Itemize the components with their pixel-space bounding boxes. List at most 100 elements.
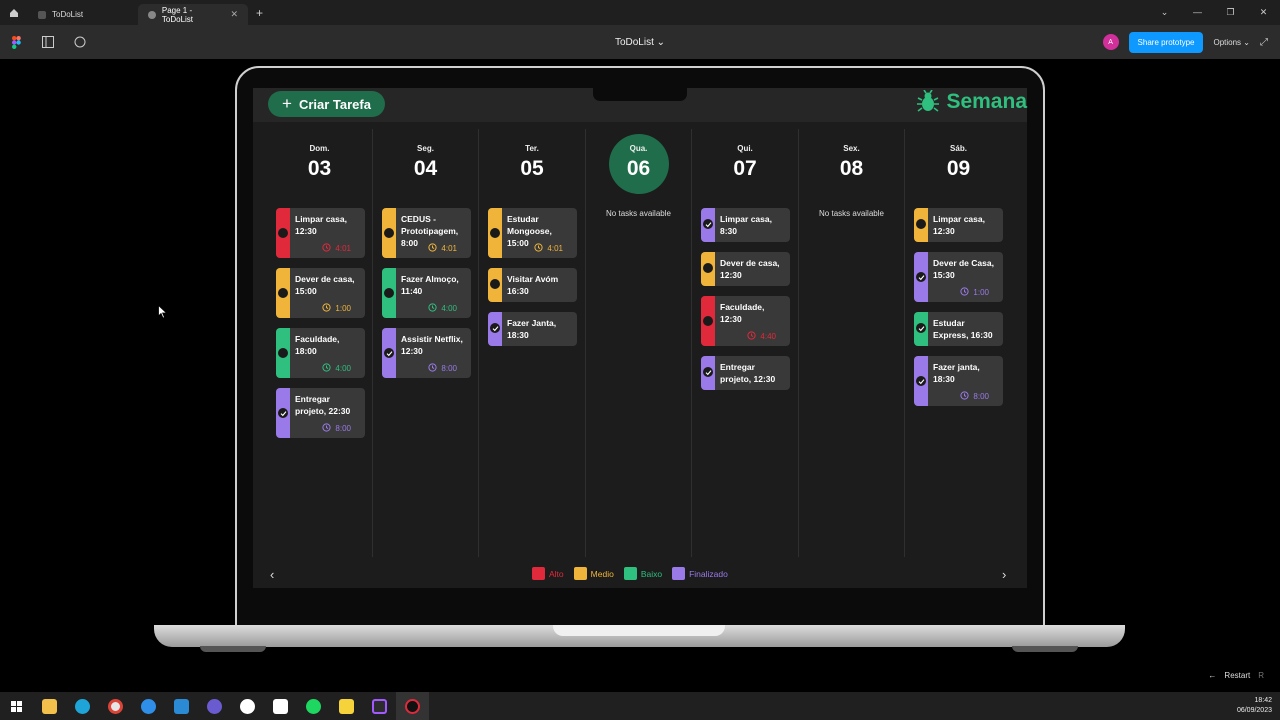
day-header[interactable]: Dom. 03 <box>267 134 372 194</box>
status-dot-icon[interactable] <box>384 288 394 298</box>
check-icon[interactable] <box>703 219 713 229</box>
edge-icon[interactable] <box>66 692 99 720</box>
task-card[interactable]: Fazer Almoço, 11:40 4:00 <box>382 268 471 318</box>
legend-item-medio: Medio <box>573 567 614 580</box>
task-card[interactable]: Limpar casa, 12:30 <box>914 208 1003 242</box>
vscode-icon[interactable] <box>165 692 198 720</box>
task-card[interactable]: Limpar casa, 8:30 <box>701 208 790 242</box>
task-card[interactable]: Fazer janta, 18:30 8:00 <box>914 356 1003 406</box>
day-name: Seg. <box>417 144 434 153</box>
check-icon[interactable] <box>916 376 926 386</box>
notion-icon[interactable] <box>264 692 297 720</box>
comment-icon[interactable] <box>64 36 96 48</box>
create-task-button[interactable]: + Criar Tarefa <box>268 91 385 117</box>
avatar[interactable]: A <box>1102 34 1119 50</box>
share-prototype-button[interactable]: Share prototype <box>1128 31 1204 53</box>
duration-value: 8:00 <box>441 364 457 373</box>
day-header-today[interactable]: Qua. 06 <box>586 134 691 194</box>
day-header[interactable]: Qui. 07 <box>692 134 798 194</box>
figma-icon[interactable] <box>363 692 396 720</box>
task-card[interactable]: Faculdade, 12:30 4:40 <box>701 296 790 346</box>
chrome-icon[interactable] <box>99 692 132 720</box>
chevron-down-icon[interactable]: ⌄ <box>1148 7 1181 18</box>
task-card[interactable]: Estudar Mongoose, 15:00 4:01 <box>488 208 577 258</box>
restore-icon[interactable]: ❐ <box>1214 7 1247 18</box>
task-title: Fazer janta, 18:30 <box>933 362 980 384</box>
task-card[interactable]: Limpar casa, 12:30 4:01 <box>276 208 365 258</box>
task-card[interactable]: Dever de casa, 15:00 1:00 <box>276 268 365 318</box>
tab-page-1[interactable]: Page 1 - ToDoList ✕ <box>138 4 248 25</box>
app-icon[interactable] <box>198 692 231 720</box>
new-tab-icon[interactable]: + <box>256 6 263 20</box>
file-title[interactable]: ToDoList <box>615 37 654 48</box>
status-dot-icon[interactable] <box>703 316 713 326</box>
app-icon[interactable] <box>231 692 264 720</box>
check-icon[interactable] <box>278 408 288 418</box>
clock-icon <box>428 243 438 254</box>
check-icon[interactable] <box>703 367 713 377</box>
check-icon[interactable] <box>916 323 926 333</box>
day-name: Sáb. <box>950 144 967 153</box>
spotify-icon[interactable] <box>297 692 330 720</box>
task-card[interactable]: Visitar Avóm 16:30 <box>488 268 577 302</box>
windows-start-icon[interactable] <box>0 692 33 720</box>
options-button[interactable]: Options ⌄ <box>1213 38 1250 47</box>
legend: Alto Medio Baixo Finalizado <box>532 567 732 580</box>
task-card[interactable]: Faculdade, 18:00 4:00 <box>276 328 365 378</box>
day-name: Qui. <box>737 144 753 153</box>
check-icon[interactable] <box>490 323 500 333</box>
task-card[interactable]: Assistir Netflix, 12:30 8:00 <box>382 328 471 378</box>
chevron-right-icon[interactable]: › <box>1002 567 1006 582</box>
tab-todolist[interactable]: ToDoList <box>28 4 138 25</box>
status-dot-icon[interactable] <box>490 228 500 238</box>
duration-value: 8:00 <box>973 392 989 401</box>
task-card[interactable]: Estudar Express, 16:30 <box>914 312 1003 346</box>
status-dot-icon[interactable] <box>278 348 288 358</box>
task-card[interactable]: CEDUS - Prototipagem, 8:00 4:01 <box>382 208 471 258</box>
restart-button[interactable]: ← Restart R <box>1208 671 1264 680</box>
expand-icon[interactable]: ⤢ <box>1260 37 1268 48</box>
file-explorer-icon[interactable] <box>33 692 66 720</box>
legend-label: Baixo <box>640 568 663 579</box>
system-clock[interactable]: 18:42 06/09/2023 <box>1237 696 1280 716</box>
status-dot-icon[interactable] <box>916 219 926 229</box>
status-dot-icon[interactable] <box>490 279 500 289</box>
task-card[interactable]: Entregar projeto, 12:30 <box>701 356 790 390</box>
duration-value: 4:01 <box>335 244 351 253</box>
day-header[interactable]: Seg. 04 <box>373 134 478 194</box>
clock-icon <box>747 331 757 342</box>
close-tab-icon[interactable]: ✕ <box>230 9 238 20</box>
day-column: Sex. 08 No tasks available <box>799 129 905 557</box>
task-card[interactable]: Dever de casa, 12:30 <box>701 252 790 286</box>
check-icon[interactable] <box>916 272 926 282</box>
task-title: Faculdade, 12:30 <box>720 302 765 324</box>
day-header[interactable]: Sáb. 09 <box>905 134 1012 194</box>
active-app-icon[interactable] <box>396 692 429 720</box>
close-window-icon[interactable]: ✕ <box>1247 7 1280 18</box>
minimize-icon[interactable]: — <box>1181 7 1214 18</box>
status-dot-icon[interactable] <box>384 228 394 238</box>
day-header[interactable]: Sex. 08 <box>799 134 904 194</box>
chevron-left-icon[interactable]: ‹ <box>270 567 274 582</box>
task-duration: 4:01 <box>322 243 351 254</box>
figma-logo-icon[interactable] <box>0 35 32 49</box>
status-dot-icon[interactable] <box>703 263 713 273</box>
task-card[interactable]: Entregar projeto, 22:30 8:00 <box>276 388 365 438</box>
sidebar-toggle-icon[interactable] <box>32 36 64 48</box>
check-icon[interactable] <box>384 348 394 358</box>
chevron-down-icon[interactable]: ⌄ <box>657 37 665 48</box>
day-column: Qui. 07 Limpar casa, 8:30 Dever de casa, 12… <box>692 129 799 557</box>
status-dot-icon[interactable] <box>278 288 288 298</box>
duration-value: 1:00 <box>335 304 351 313</box>
status-dot-icon[interactable] <box>278 228 288 238</box>
day-header[interactable]: Ter. 05 <box>479 134 585 194</box>
vpn-icon[interactable] <box>132 692 165 720</box>
brand-title: Semana <box>946 90 1027 113</box>
day-date: 03 <box>307 157 332 180</box>
sticky-notes-icon[interactable] <box>330 692 363 720</box>
task-card[interactable]: Fazer Janta, 18:30 <box>488 312 577 346</box>
laptop-foot <box>200 646 266 652</box>
task-duration: 4:00 <box>322 363 351 374</box>
home-icon[interactable] <box>0 0 28 25</box>
task-card[interactable]: Dever de Casa, 15:30 1:00 <box>914 252 1003 302</box>
